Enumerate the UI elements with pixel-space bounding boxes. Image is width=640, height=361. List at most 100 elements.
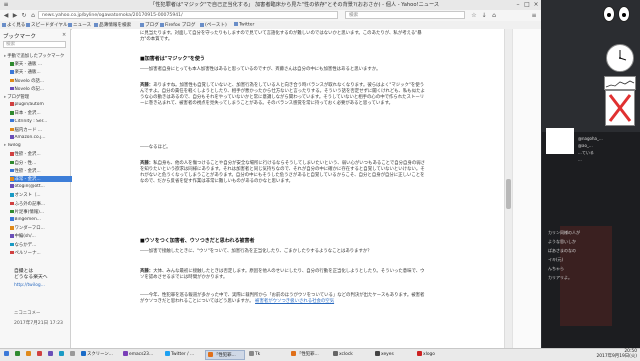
favicon-icon	[10, 160, 14, 165]
sidebar-bookmark[interactable]: 片足事(情報)...	[10, 209, 72, 215]
minimize-icon[interactable]: –	[514, 1, 522, 8]
sidebar-bookmark[interactable]: 脳内カード ...	[10, 127, 72, 133]
xeyes-left-eye-icon[interactable]	[603, 6, 615, 22]
paragraph: に見当たります。対面して自分を守ったりもしますので見ていて言語化するのが難しいの…	[140, 31, 422, 42]
sidebar-bookmark[interactable]: plugin/autom	[10, 102, 72, 107]
launcher-button[interactable]	[68, 350, 78, 360]
taskbar-window-button[interactable]: emacs23...	[121, 350, 161, 360]
favicon-icon	[10, 217, 14, 221]
sidebar-bookmark[interactable]: Novelo の記...	[10, 86, 72, 92]
xlogo-icon[interactable]	[605, 90, 635, 126]
bookmark-item[interactable]: よく見る	[2, 22, 25, 28]
xclock-icon[interactable]	[606, 44, 634, 72]
sidebar-bookmark[interactable]: オンスト（...	[10, 192, 72, 198]
bookmark-star-icon[interactable]: ☆	[470, 12, 478, 19]
sidebar-link[interactable]: http://twilog...	[14, 283, 45, 288]
taskbar-window-button[interactable]: Twitter / ...	[163, 350, 203, 360]
maximize-icon[interactable]: □	[523, 1, 531, 8]
sidebar-item-label: Amazon.co.j...	[14, 135, 46, 140]
download-icon[interactable]: ↓	[480, 12, 488, 19]
sidebar-bookmark[interactable]: 非常 - 金沢...	[10, 176, 72, 182]
sidebar-close-icon[interactable]: ×	[62, 32, 66, 38]
reload-icon[interactable]: ↻	[20, 12, 28, 19]
section-heading: ■ウソをつく加害者、ウソつきだと思われる被害者	[140, 238, 255, 244]
sidebar-bookmark[interactable]: Citrinity : Ser...	[10, 118, 72, 124]
launcher-button[interactable]	[35, 350, 45, 360]
sidebar-item-label: 性欲 - 金沢...	[14, 168, 41, 174]
sidebar-item-label: 自分 - 性...	[14, 160, 37, 166]
chat-line: ...	[578, 157, 582, 162]
sidebar-bookmark[interactable]: 中編(sh/...	[10, 233, 72, 239]
sidebar-folder[interactable]: Twilog	[4, 143, 66, 148]
sidebar-folder[interactable]: 手動で追加したブックマーク	[4, 53, 66, 59]
taskbar-window-button[interactable]: xlogo	[415, 350, 455, 360]
bookmark-item[interactable]: 品薄情報を検索	[94, 22, 131, 28]
sidebar-bookmark[interactable]: ならかデ...	[10, 242, 72, 248]
app-icon	[15, 351, 20, 356]
bookmark-item[interactable]: ブログ	[140, 22, 159, 28]
app-icon	[4, 351, 9, 356]
launcher-button[interactable]	[46, 350, 56, 360]
sidebar-search-input[interactable]: 検索	[3, 41, 66, 48]
search-input[interactable]: 検索	[345, 11, 465, 19]
sidebar-item-label: ならかデ...	[14, 242, 37, 248]
home-button-icon[interactable]: ⌂	[490, 12, 498, 19]
sidebar-bookmark[interactable]: 楽天 - 通販...	[10, 69, 72, 75]
favicon-icon	[10, 127, 14, 132]
launcher-button[interactable]	[24, 350, 34, 360]
bookmark-item[interactable]: ニュース	[68, 22, 91, 28]
menu-icon[interactable]: ≡	[530, 12, 538, 19]
sidebar-bookmark[interactable]: otogin(@ott...	[10, 184, 72, 189]
taskbar-clock[interactable]: 20:50 2017年9月19日(火)	[596, 349, 637, 359]
sidebar-folder[interactable]: ブログ管理	[4, 94, 66, 100]
gauge-graphic	[605, 80, 635, 88]
sidebar-bookmark[interactable]: Amazon.co.j...	[10, 135, 72, 140]
bookmark-item[interactable]: Twitter	[234, 22, 254, 28]
chat-line: ばあさまのなの	[548, 248, 576, 253]
scrollbar-thumb[interactable]	[506, 179, 511, 209]
app-icon	[70, 351, 75, 356]
bookmark-item[interactable]: スピードダイヤル	[26, 22, 68, 28]
bookmark-item[interactable]: (ペースト)	[200, 22, 227, 28]
sidebar-bookmark[interactable]: Bingemen...	[10, 217, 72, 222]
sidebar-item-label: Novelo の記...	[14, 86, 45, 92]
sidebar-bookmark[interactable]: 自分 - 性...	[10, 160, 72, 166]
home-icon[interactable]: ⌂	[29, 12, 37, 19]
xeyes-right-eye-icon[interactable]	[618, 6, 630, 22]
forward-icon[interactable]: ▶	[11, 12, 19, 19]
taskbar-window-button[interactable]: スクリーン...	[79, 350, 119, 360]
app-icon	[249, 351, 254, 356]
sidebar-bookmark[interactable]: 性欲 - 金沢...	[10, 151, 72, 157]
favicon-icon	[10, 62, 14, 66]
x-logo-icon	[608, 94, 632, 122]
sidebar-bookmark[interactable]: ペルソーナ...	[10, 250, 72, 256]
close-icon[interactable]: ×	[532, 1, 540, 8]
article-link[interactable]: 被害者がウソつき扱いされる社会の空気	[255, 299, 334, 304]
chat-line: カリン同様の人が	[548, 230, 580, 235]
taskbar-window-label: xclock	[339, 352, 353, 357]
taskbar-window-button[interactable]: xeyes	[373, 350, 413, 360]
app-menu-icon[interactable]: ≡	[2, 1, 10, 8]
pupil-icon	[622, 13, 626, 17]
launcher-button[interactable]	[2, 350, 12, 360]
url-input[interactable]: news.yahoo.co.jp/byline/ogawatomoka/2017…	[38, 11, 338, 19]
sidebar-note-label: ニコニコメー	[14, 311, 41, 316]
favicon-icon	[10, 168, 14, 173]
taskbar-window-button[interactable]: 「性犯罪...	[289, 350, 329, 360]
chat-line: イキ(元)	[548, 257, 564, 262]
taskbar-window-button[interactable]: xclock	[331, 350, 371, 360]
launcher-button[interactable]	[57, 350, 67, 360]
sidebar-bookmark[interactable]: ワンダーフロ...	[10, 225, 72, 231]
sidebar-bookmark[interactable]: Novelo の話...	[10, 78, 72, 84]
app-icon	[59, 351, 64, 356]
taskbar-window-label: emacs23...	[129, 352, 154, 357]
back-icon[interactable]: ◀	[2, 12, 10, 19]
sidebar-bookmark[interactable]: ふろ外の記事...	[10, 201, 72, 207]
launcher-button[interactable]	[13, 350, 23, 360]
taskbar-window-button[interactable]: Tk	[247, 350, 287, 360]
sidebar-bookmark[interactable]: 日本 - 金沢...	[10, 110, 72, 116]
sidebar-bookmark[interactable]: 性欲 - 金沢...	[10, 168, 72, 174]
sidebar-bookmark[interactable]: 楽天 - 通販 ...	[10, 61, 72, 67]
bookmark-item[interactable]: Firefox ブログ	[160, 22, 195, 28]
taskbar-window-button[interactable]: 「性犯罪...	[205, 350, 245, 360]
